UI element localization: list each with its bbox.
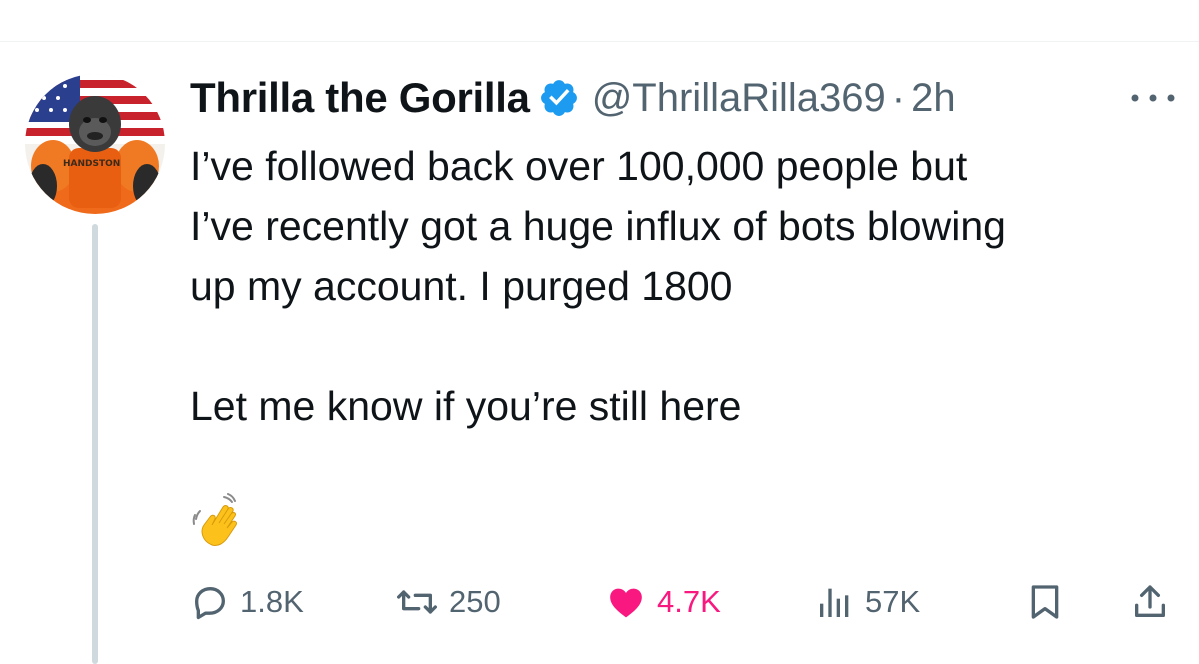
share-icon bbox=[1135, 585, 1165, 617]
like-count: 4.7K bbox=[657, 584, 721, 619]
bookmark-icon bbox=[1031, 585, 1059, 619]
view-count: 57K bbox=[865, 584, 921, 619]
tweet-text: I’ve followed back over 100,000 people b… bbox=[190, 143, 1006, 429]
user-handle[interactable]: @ThrillaRilla369 bbox=[592, 76, 886, 121]
thread-connector-line bbox=[92, 224, 98, 664]
reply-icon bbox=[195, 587, 225, 620]
reply-button[interactable]: 1.8K bbox=[190, 578, 304, 626]
like-icon bbox=[610, 588, 642, 618]
display-name[interactable]: Thrilla the Gorilla bbox=[190, 74, 530, 122]
views-button[interactable]: 57K bbox=[815, 578, 920, 626]
reply-count: 1.8K bbox=[240, 584, 304, 619]
bookmark-button[interactable] bbox=[1025, 578, 1065, 626]
repost-icon bbox=[396, 590, 437, 614]
top-divider bbox=[0, 41, 1199, 42]
separator-dot: · bbox=[891, 75, 906, 120]
repost-button[interactable]: 250 bbox=[395, 578, 501, 626]
waving-hand-emoji bbox=[192, 493, 237, 546]
repost-count: 250 bbox=[449, 584, 501, 619]
tweet-header: Thrilla the Gorilla @ThrillaRilla369 · 2… bbox=[190, 70, 956, 126]
more-icon[interactable] bbox=[1128, 88, 1178, 108]
timestamp[interactable]: 2h bbox=[911, 76, 956, 121]
avatar-image: HANDSTON bbox=[25, 74, 165, 214]
views-icon bbox=[820, 588, 849, 617]
share-button[interactable] bbox=[1130, 578, 1170, 626]
svg-text:HANDSTON: HANDSTON bbox=[63, 159, 120, 169]
like-button[interactable]: 4.7K bbox=[605, 578, 721, 626]
verified-badge-icon[interactable] bbox=[538, 77, 580, 119]
avatar[interactable]: HANDSTON bbox=[25, 74, 165, 214]
action-bar: 1.8K 250 4.7K 57K bbox=[190, 578, 1180, 626]
